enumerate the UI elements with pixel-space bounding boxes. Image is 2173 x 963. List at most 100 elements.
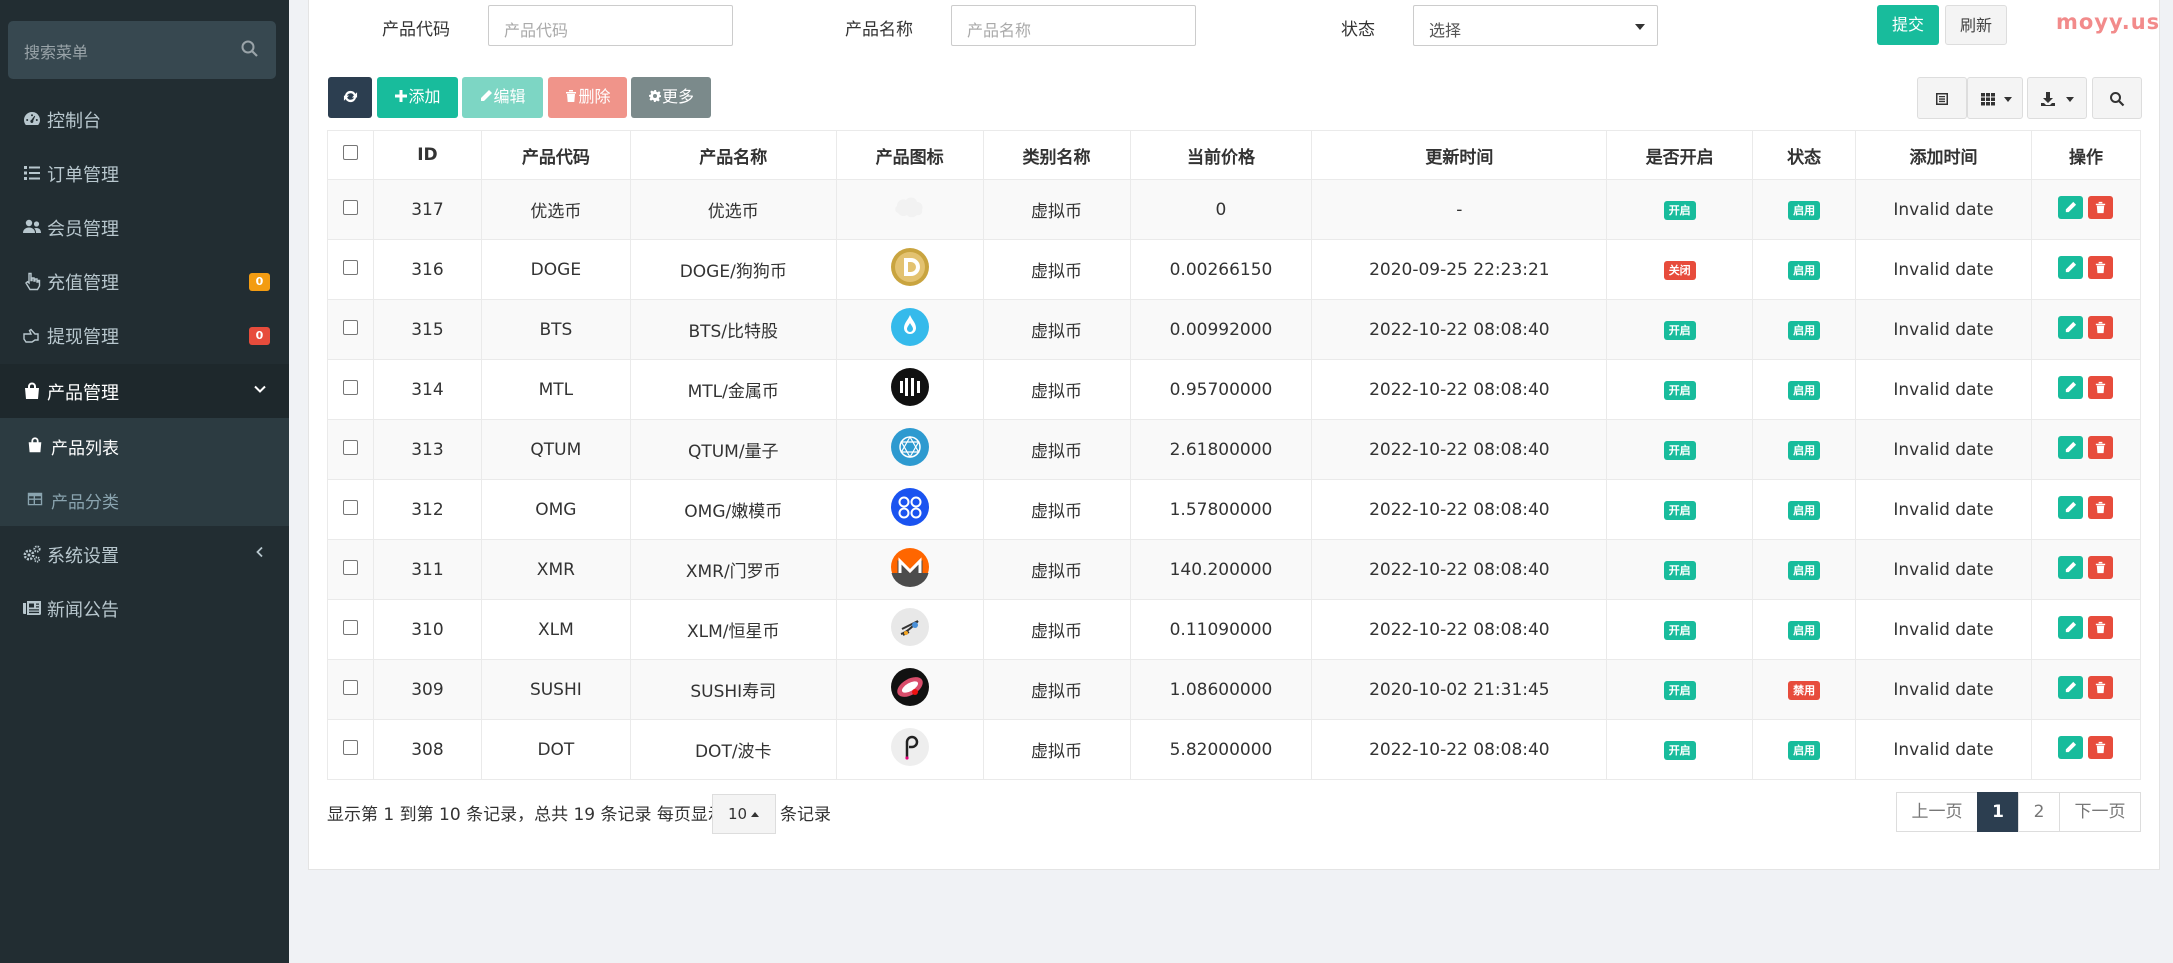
column-header[interactable]: 操作 <box>2030 130 2142 180</box>
row-delete-button[interactable] <box>2088 555 2114 579</box>
sidebar-item-settings[interactable]: 系统设置 <box>0 527 289 581</box>
open-badge[interactable]: 开启 <box>1663 441 1696 460</box>
row-delete-button[interactable] <box>2088 255 2114 279</box>
sidebar-item-members[interactable]: 会员管理 <box>0 200 289 254</box>
table-row[interactable]: 310 XLM XLM/恒星币 虚拟币 0.11090000 2022-10-22 08:… <box>327 599 2142 660</box>
row-delete-button[interactable] <box>2088 495 2114 519</box>
column-header[interactable]: 产品代码 <box>480 130 631 180</box>
select-all-checkbox[interactable] <box>342 145 358 160</box>
row-delete-button[interactable] <box>2088 435 2114 459</box>
open-badge[interactable]: 开启 <box>1663 681 1696 700</box>
open-badge[interactable]: 开启 <box>1663 501 1696 520</box>
row-checkbox[interactable] <box>342 619 358 635</box>
column-header[interactable]: 是否开启 <box>1606 130 1754 180</box>
sidebar-item-recharge[interactable]: 充值管理 0 <box>0 254 289 308</box>
sidebar-item-news[interactable]: 新闻公告 <box>0 581 289 635</box>
product-name-input[interactable]: 产品名称 <box>951 5 1196 46</box>
open-badge[interactable]: 开启 <box>1663 621 1696 640</box>
status-badge[interactable]: 启用 <box>1788 501 1821 520</box>
row-select-cell[interactable] <box>327 599 374 660</box>
status-badge[interactable]: 启用 <box>1788 381 1821 400</box>
row-checkbox[interactable] <box>342 379 358 395</box>
open-badge[interactable]: 开启 <box>1663 381 1696 400</box>
status-select[interactable]: 选择 <box>1413 5 1658 46</box>
export-button[interactable] <box>2027 77 2087 119</box>
row-delete-button[interactable] <box>2088 735 2114 759</box>
sidebar-item-dashboard[interactable]: 控制台 <box>0 92 289 146</box>
table-row[interactable]: 316 DOGE DOGE/狗狗币 虚拟币 0.00266150 2020-09-25 2… <box>327 239 2142 300</box>
page-1-button[interactable]: 1 <box>1977 792 2019 832</box>
next-page-button[interactable]: 下一页 <box>2059 792 2141 832</box>
row-select-cell[interactable] <box>327 539 374 600</box>
status-badge[interactable]: 启用 <box>1788 561 1821 580</box>
open-badge[interactable]: 开启 <box>1663 201 1696 220</box>
row-edit-button[interactable] <box>2058 315 2084 339</box>
row-edit-button[interactable] <box>2058 735 2084 759</box>
open-badge[interactable]: 开启 <box>1663 741 1696 760</box>
row-edit-button[interactable] <box>2058 255 2084 279</box>
row-edit-button[interactable] <box>2058 675 2084 699</box>
row-edit-button[interactable] <box>2058 195 2084 219</box>
page-2-button[interactable]: 2 <box>2018 792 2060 832</box>
row-select-cell[interactable] <box>327 179 374 240</box>
row-edit-button[interactable] <box>2058 435 2084 459</box>
row-edit-button[interactable] <box>2058 495 2084 519</box>
row-delete-button[interactable] <box>2088 675 2114 699</box>
menu-search-input[interactable]: 搜索菜单 <box>8 21 276 79</box>
row-delete-button[interactable] <box>2088 615 2114 639</box>
status-badge[interactable]: 启用 <box>1788 441 1821 460</box>
sidebar-item-products[interactable]: 产品管理 <box>0 364 289 418</box>
row-edit-button[interactable] <box>2058 555 2084 579</box>
row-edit-button[interactable] <box>2058 615 2084 639</box>
refresh-button[interactable]: 刷新 <box>1945 5 2007 45</box>
more-button[interactable]: 更多 <box>631 77 711 118</box>
status-badge[interactable]: 禁用 <box>1788 681 1821 700</box>
row-select-cell[interactable] <box>327 719 374 780</box>
row-delete-button[interactable] <box>2088 315 2114 339</box>
column-header[interactable]: 更新时间 <box>1311 130 1608 180</box>
table-row[interactable]: 311 XMR XMR/门罗币 虚拟币 140.200000 2022-10-22 08:… <box>327 539 2142 600</box>
row-select-cell[interactable] <box>327 479 374 540</box>
delete-button[interactable]: 删除 <box>548 77 627 118</box>
row-checkbox[interactable] <box>342 739 358 755</box>
column-header[interactable]: 当前价格 <box>1129 130 1313 180</box>
row-checkbox[interactable] <box>342 319 358 335</box>
row-checkbox[interactable] <box>342 199 358 215</box>
row-select-cell[interactable] <box>327 659 374 720</box>
status-badge[interactable]: 启用 <box>1788 201 1821 220</box>
row-select-cell[interactable] <box>327 239 374 300</box>
edit-button[interactable]: 编辑 <box>462 77 543 118</box>
select-all-cell[interactable] <box>327 130 374 180</box>
toggle-view-button[interactable] <box>1917 77 1967 119</box>
row-delete-button[interactable] <box>2088 375 2114 399</box>
table-row[interactable]: 314 MTL MTL/金属币 虚拟币 0.95700000 2022-10-22 08:… <box>327 359 2142 420</box>
page-size-select[interactable]: 10 <box>712 794 776 834</box>
table-row[interactable]: 308 DOT DOT/波卡 虚拟币 5.82000000 2022-10-22 08:0… <box>327 719 2142 780</box>
column-header[interactable]: 产品图标 <box>835 130 984 180</box>
columns-button[interactable] <box>1967 77 2023 119</box>
status-badge[interactable]: 启用 <box>1788 621 1821 640</box>
prev-page-button[interactable]: 上一页 <box>1896 792 1978 832</box>
sidebar-subitem-product-category[interactable]: 产品分类 <box>0 472 289 526</box>
open-badge[interactable]: 开启 <box>1663 561 1696 580</box>
row-delete-button[interactable] <box>2088 195 2114 219</box>
column-header[interactable]: 状态 <box>1752 130 1857 180</box>
product-code-input[interactable]: 产品代码 <box>488 5 733 46</box>
sidebar-item-orders[interactable]: 订单管理 <box>0 146 289 200</box>
column-header[interactable]: 类别名称 <box>982 130 1131 180</box>
table-row[interactable]: 309 SUSHI SUSHI寿司 虚拟币 1.08600000 2020-10-02 2… <box>327 659 2142 720</box>
table-row[interactable]: 313 QTUM QTUM/量子 虚拟币 2.61800000 2022-10-22 08… <box>327 419 2142 480</box>
column-header[interactable]: 添加时间 <box>1855 130 2032 180</box>
reload-button[interactable] <box>328 77 372 118</box>
add-button[interactable]: 添加 <box>377 77 458 118</box>
row-edit-button[interactable] <box>2058 375 2084 399</box>
row-checkbox[interactable] <box>342 679 358 695</box>
row-select-cell[interactable] <box>327 419 374 480</box>
table-row[interactable]: 317 优选币 优选币 虚拟币 0- 开启 启用 Invalid date <box>327 179 2142 240</box>
row-checkbox[interactable] <box>342 499 358 515</box>
search-toggle-button[interactable] <box>2092 77 2142 119</box>
row-checkbox[interactable] <box>342 439 358 455</box>
status-badge[interactable]: 启用 <box>1788 741 1821 760</box>
table-row[interactable]: 315 BTS BTS/比特股 虚拟币 0.00992000 2022-10-22 08:… <box>327 299 2142 360</box>
status-badge[interactable]: 启用 <box>1788 261 1821 280</box>
